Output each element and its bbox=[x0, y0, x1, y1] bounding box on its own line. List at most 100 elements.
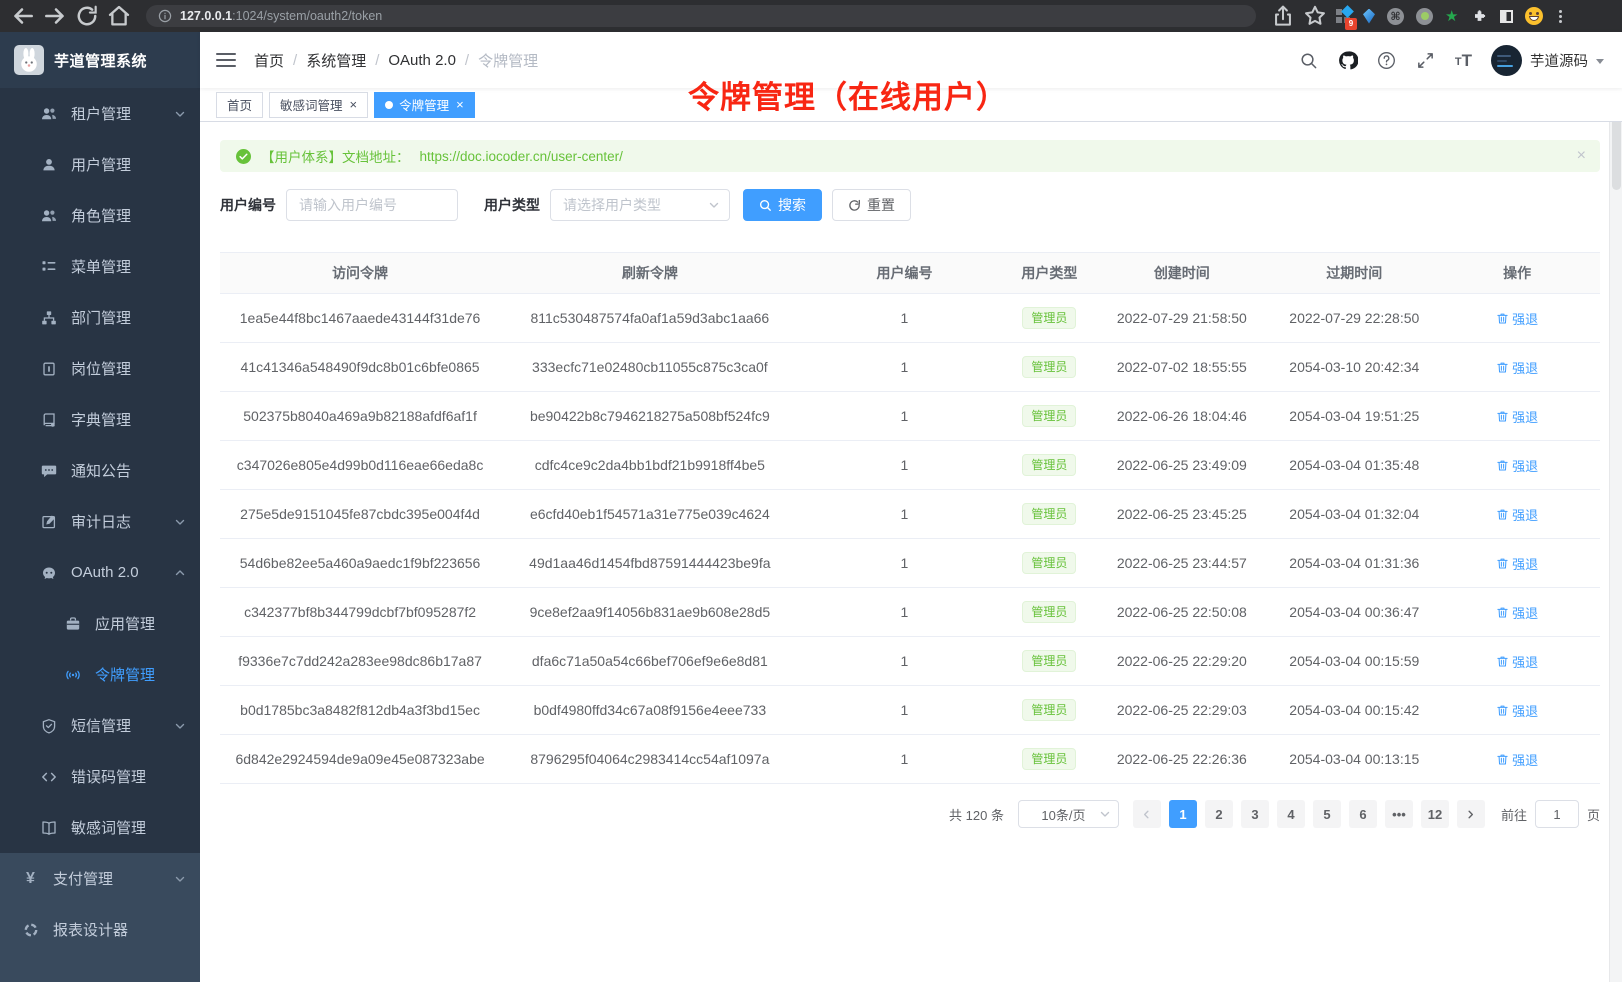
sidebar-item-user[interactable]: 用户管理 bbox=[0, 139, 200, 190]
table-row: c342377bf8b344799dcbf7bf095287f29ce8ef2a… bbox=[220, 588, 1600, 637]
grid-extension-icon[interactable]: 9 bbox=[1336, 9, 1351, 24]
sidebar-item-sms[interactable]: 短信管理 bbox=[0, 700, 200, 751]
prev-page-button[interactable] bbox=[1133, 800, 1161, 828]
force-logout-button[interactable]: 强退 bbox=[1496, 505, 1538, 524]
sidebar-item-dict[interactable]: 字典管理 bbox=[0, 394, 200, 445]
more-pages-button[interactable]: ••• bbox=[1385, 800, 1413, 828]
puzzle-extensions-icon[interactable] bbox=[1470, 7, 1488, 25]
force-logout-button[interactable]: 强退 bbox=[1496, 554, 1538, 573]
tag-view-tab[interactable]: 首页 bbox=[216, 92, 263, 118]
page-button[interactable]: 6 bbox=[1349, 800, 1377, 828]
tag-view-tab[interactable]: 令牌管理 × bbox=[374, 92, 475, 118]
kite-extension-icon[interactable] bbox=[1363, 9, 1375, 24]
page-button[interactable]: 4 bbox=[1277, 800, 1305, 828]
user-id-input[interactable] bbox=[286, 189, 458, 221]
trash-icon bbox=[1496, 655, 1509, 668]
user-id-label: 用户编号 bbox=[220, 195, 276, 215]
bookmark-star-icon[interactable] bbox=[1302, 3, 1328, 29]
sidebar-item-notice[interactable]: 通知公告 bbox=[0, 445, 200, 496]
alert-close-icon[interactable]: × bbox=[1577, 147, 1586, 165]
force-logout-button[interactable]: 强退 bbox=[1496, 456, 1538, 475]
star-extension-icon[interactable]: ★ bbox=[1445, 9, 1458, 24]
access-token-cell: c347026e805e4d99b0d116eae66eda8c bbox=[220, 457, 500, 473]
force-logout-button[interactable]: 强退 bbox=[1496, 603, 1538, 622]
browser-menu-icon[interactable] bbox=[1555, 10, 1566, 23]
goto-page-input[interactable] bbox=[1535, 800, 1579, 828]
scrollbar-track[interactable] bbox=[1609, 32, 1622, 982]
sidebar-item-tenant[interactable]: 租户管理 bbox=[0, 88, 200, 139]
breadcrumb-item[interactable]: 首页 bbox=[254, 50, 284, 71]
created-time-cell: 2022-06-25 22:50:08 bbox=[1089, 604, 1274, 620]
user-menu[interactable]: 芋道源码 bbox=[1491, 45, 1604, 76]
sidebar-item-log[interactable]: 审计日志 bbox=[0, 496, 200, 547]
share-icon[interactable] bbox=[1270, 3, 1296, 29]
breadcrumb-item[interactable]: OAuth 2.0 bbox=[388, 52, 456, 69]
back-icon[interactable] bbox=[10, 3, 36, 29]
force-logout-button[interactable]: 强退 bbox=[1496, 750, 1538, 769]
github-icon[interactable] bbox=[1338, 50, 1358, 70]
refresh-token-cell: 9ce8ef2aa9f14056b831ae9b608e28d5 bbox=[500, 604, 799, 620]
search-button[interactable]: 搜索 bbox=[743, 189, 822, 221]
page-button[interactable]: 5 bbox=[1313, 800, 1341, 828]
column-header: 刷新令牌 bbox=[500, 263, 799, 283]
expire-time-cell: 2054-03-04 01:31:36 bbox=[1274, 555, 1434, 571]
sidebar-item-token[interactable]: 令牌管理 bbox=[0, 649, 200, 700]
action-cell: 强退 bbox=[1434, 456, 1600, 475]
user-type-badge: 管理员 bbox=[1022, 405, 1076, 427]
help-icon[interactable] bbox=[1377, 50, 1397, 70]
forward-icon[interactable] bbox=[42, 3, 68, 29]
sidebar-item-sensitive[interactable]: 敏感词管理 bbox=[0, 802, 200, 853]
user-type-placeholder: 请选择用户类型 bbox=[563, 195, 661, 215]
force-logout-button[interactable]: 强退 bbox=[1496, 701, 1538, 720]
next-page-button[interactable] bbox=[1457, 800, 1485, 828]
theme-extension-icon[interactable] bbox=[1500, 10, 1513, 23]
reset-button[interactable]: 重置 bbox=[832, 189, 911, 221]
breadcrumb-separator: / bbox=[465, 52, 469, 69]
tab-label: 令牌管理 bbox=[399, 95, 449, 114]
force-logout-label: 强退 bbox=[1512, 358, 1538, 377]
column-header: 过期时间 bbox=[1274, 263, 1434, 283]
table-row: 502375b8040a469a9b82188afdf6af1fbe90422b… bbox=[220, 392, 1600, 441]
page-button[interactable]: 2 bbox=[1205, 800, 1233, 828]
font-size-icon[interactable]: TT bbox=[1455, 52, 1472, 69]
app-logo[interactable]: 芋道管理系统 bbox=[0, 32, 200, 88]
site-info-icon[interactable] bbox=[158, 9, 172, 23]
search-icon[interactable] bbox=[1299, 50, 1319, 70]
breadcrumb-item[interactable]: 系统管理 bbox=[306, 50, 366, 71]
address-bar[interactable]: 127.0.0.1:1024/system/oauth2/token bbox=[146, 5, 1256, 27]
user-type-badge: 管理员 bbox=[1022, 552, 1076, 574]
alert-link[interactable]: https://doc.iocoder.cn/user-center/ bbox=[420, 149, 623, 164]
sidebar-item-label: 错误码管理 bbox=[71, 766, 146, 787]
sidebar-item-errcode[interactable]: 错误码管理 bbox=[0, 751, 200, 802]
hamburger-icon[interactable] bbox=[216, 53, 236, 67]
force-logout-button[interactable]: 强退 bbox=[1496, 652, 1538, 671]
user-type-select[interactable]: 请选择用户类型 bbox=[550, 189, 730, 221]
profile-avatar-icon[interactable] bbox=[1525, 7, 1543, 25]
home-icon[interactable] bbox=[106, 3, 132, 29]
page-button[interactable]: 1 bbox=[1169, 800, 1197, 828]
sidebar-item-oauth[interactable]: OAuth 2.0 bbox=[0, 547, 200, 598]
sidebar-item-pay[interactable]: ¥支付管理 bbox=[0, 853, 200, 904]
action-cell: 强退 bbox=[1434, 701, 1600, 720]
fullscreen-icon[interactable] bbox=[1416, 50, 1436, 70]
page-size-select[interactable]: 10条/页 bbox=[1018, 800, 1119, 828]
tag-view-tab[interactable]: 敏感词管理× bbox=[269, 92, 368, 118]
close-icon[interactable]: × bbox=[456, 98, 464, 111]
sidebar-item-report[interactable]: 报表设计器 bbox=[0, 904, 200, 955]
sidebar-item-menu[interactable]: 菜单管理 bbox=[0, 241, 200, 292]
command-extension-icon[interactable]: ⌘ bbox=[1387, 8, 1404, 25]
force-logout-button[interactable]: 强退 bbox=[1496, 358, 1538, 377]
page-button[interactable]: 3 bbox=[1241, 800, 1269, 828]
total-count: 共 120 条 bbox=[949, 805, 1004, 824]
sidebar-item-post[interactable]: 岗位管理 bbox=[0, 343, 200, 394]
sidebar-item-app[interactable]: 应用管理 bbox=[0, 598, 200, 649]
sidebar-item-dept[interactable]: 部门管理 bbox=[0, 292, 200, 343]
sidebar-item-role[interactable]: 角色管理 bbox=[0, 190, 200, 241]
force-logout-button[interactable]: 强退 bbox=[1496, 407, 1538, 426]
page-button[interactable]: 12 bbox=[1421, 800, 1449, 828]
column-header: 创建时间 bbox=[1089, 263, 1274, 283]
reload-icon[interactable] bbox=[74, 3, 100, 29]
force-logout-button[interactable]: 强退 bbox=[1496, 309, 1538, 328]
close-icon[interactable]: × bbox=[350, 98, 358, 111]
recorder-extension-icon[interactable] bbox=[1416, 8, 1433, 25]
